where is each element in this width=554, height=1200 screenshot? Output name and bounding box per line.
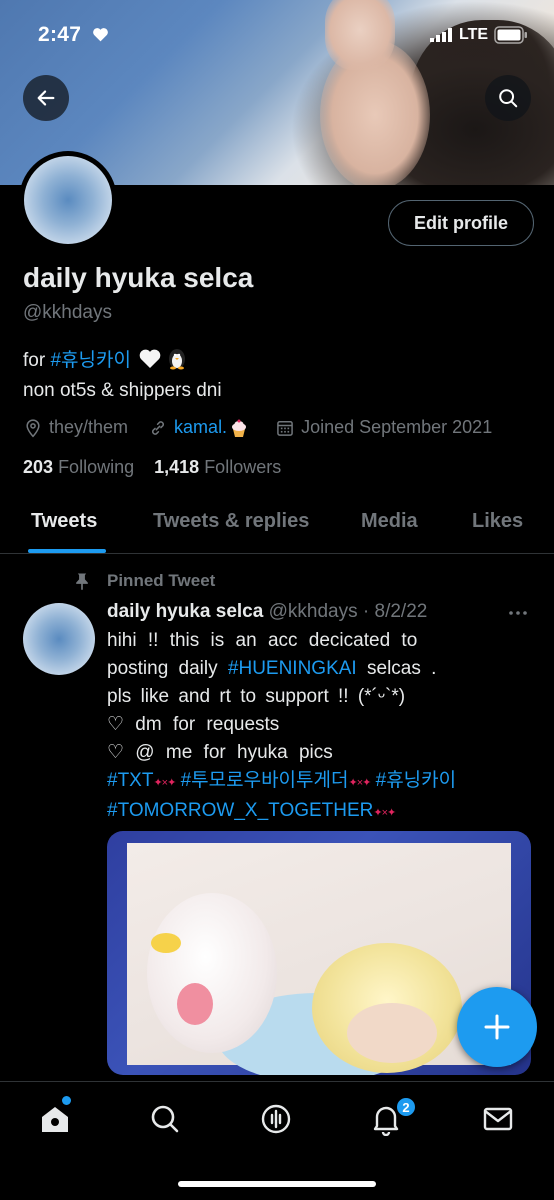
more-options-icon[interactable]: [508, 603, 528, 623]
nav-home[interactable]: [38, 1102, 72, 1136]
bio-hashtag-link[interactable]: #휴닝카이: [50, 350, 131, 371]
home-icon: [42, 1107, 68, 1132]
hashtag-tomorrow-kr[interactable]: #투모로우바이투게더: [181, 770, 349, 791]
tweet-author-name[interactable]: daily hyuka selca: [107, 601, 263, 622]
tweet-text: hihi !! this is an acc decicated to post…: [107, 630, 457, 821]
profile-handle: @kkhdays: [23, 302, 112, 323]
signal-icon: [430, 28, 452, 42]
search-icon: [151, 1105, 179, 1133]
messages-envelope-icon: [483, 1107, 513, 1131]
tab-media[interactable]: Media: [361, 510, 418, 533]
edit-profile-button[interactable]: Edit profile: [388, 200, 534, 246]
back-arrow-icon: [37, 90, 55, 106]
website-link[interactable]: kamal.: [174, 417, 227, 438]
followers-link[interactable]: 1,418 Followers: [154, 457, 281, 477]
hashtag-txt[interactable]: #TXT: [107, 770, 153, 791]
penguin-icon: [169, 349, 186, 370]
status-time: 2:47: [38, 23, 82, 46]
tab-tweets-replies[interactable]: Tweets & replies: [153, 510, 309, 533]
pin-icon: [76, 573, 88, 591]
display-name: daily hyuka selca: [23, 262, 254, 293]
network-type: LTE: [459, 26, 489, 43]
nav-search[interactable]: [148, 1102, 182, 1136]
follow-counts: 203 Following 1,418 Followers: [23, 457, 281, 478]
tweet-author-avatar[interactable]: [23, 603, 95, 675]
nav-spaces[interactable]: [259, 1102, 293, 1136]
website-link-item[interactable]: kamal.: [148, 417, 255, 438]
status-bar: 2:47 LTE: [0, 0, 554, 70]
profile-avatar[interactable]: [19, 151, 117, 249]
tab-tweets[interactable]: Tweets: [31, 510, 97, 533]
pinned-label: Pinned Tweet: [72, 571, 215, 591]
white-heart-icon: [139, 349, 161, 369]
hashtag-hueningkai[interactable]: #HUENINGKAI: [228, 658, 357, 679]
nav-messages[interactable]: [481, 1102, 515, 1136]
calendar-icon: [277, 420, 293, 436]
joined-date-item: Joined September 2021: [275, 417, 492, 438]
compose-tweet-button[interactable]: [457, 987, 537, 1067]
tweet-author-handle: @kkhdays: [268, 601, 358, 622]
bio-line-2: non ot5s & shippers dni: [23, 380, 222, 401]
media-photo: [127, 843, 511, 1075]
tab-likes[interactable]: Likes: [472, 510, 523, 533]
battery-icon: [494, 26, 527, 44]
notification-badge: 2: [395, 1096, 417, 1118]
tweet-header: daily hyuka selca @kkhdays · 8/2/22: [107, 601, 427, 623]
search-icon: [499, 89, 518, 108]
tweet-date: · 8/2/22: [362, 601, 428, 622]
hashtag-tomorrow-x-together[interactable]: #TOMORROW_X_TOGETHER: [107, 800, 373, 821]
back-button[interactable]: [23, 75, 69, 121]
bio-line-1: for #휴닝카이: [23, 346, 222, 376]
active-tab-indicator: [28, 549, 106, 553]
pronouns-item: they/them: [23, 417, 128, 438]
profile-bio: for #휴닝카이 non ot5s & shippers dni: [23, 346, 222, 406]
following-link[interactable]: 203 Following: [23, 457, 134, 477]
home-new-indicator: [62, 1096, 71, 1105]
home-indicator-bar: [178, 1181, 376, 1187]
plus-icon: [484, 1014, 510, 1040]
profile-meta: they/them kamal. Joined September 2021: [23, 417, 512, 438]
hashtag-hueningkai-kr[interactable]: #휴닝카이: [376, 770, 457, 791]
spaces-icon: [261, 1104, 291, 1134]
heart-icon: [93, 28, 108, 42]
link-icon: [152, 420, 165, 435]
search-button[interactable]: [485, 75, 531, 121]
cupcake-icon: [232, 419, 247, 437]
location-pin-icon: [26, 418, 40, 437]
profile-tabs: Tweets Tweets & replies Media Likes: [0, 494, 554, 554]
